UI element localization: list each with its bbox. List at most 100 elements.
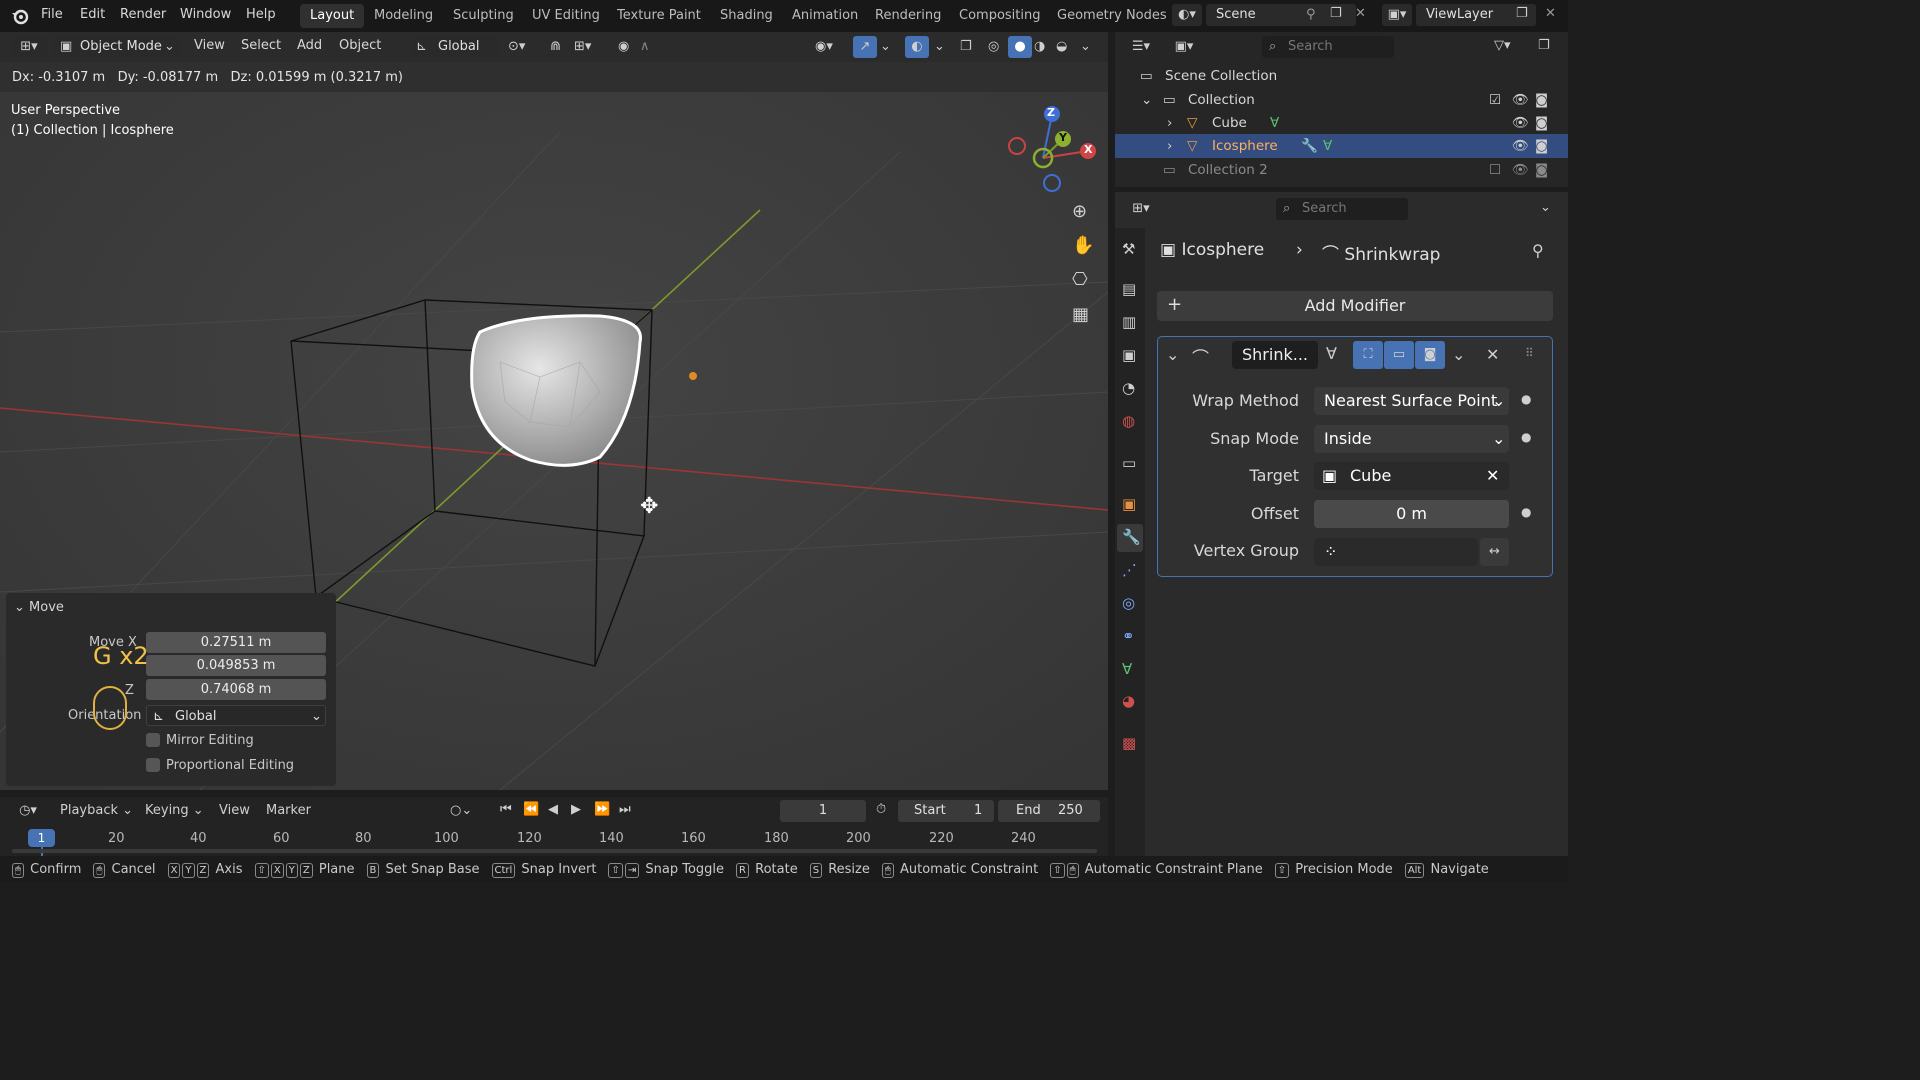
tab-modeling[interactable]: Modeling — [364, 4, 443, 28]
invert-vertex-group-button[interactable]: ↔ — [1480, 538, 1509, 566]
wireframe-shading-icon[interactable]: ◎ — [988, 39, 999, 54]
particles-tab-icon[interactable]: ⋰ — [1122, 561, 1137, 579]
jump-keyframe-back-icon[interactable]: ⏪ — [523, 802, 539, 817]
keyframe-dot-icon[interactable]: ● — [1521, 505, 1531, 519]
delete-scene-icon[interactable]: ✕ — [1355, 6, 1366, 21]
outliner-row-collection[interactable]: ⌄ ▭ Collection ☑ 👁 ◙ — [1115, 88, 1568, 112]
view-layer-tab-icon[interactable]: ▣ — [1122, 346, 1136, 364]
proportional-editing-checkbox[interactable] — [146, 758, 160, 772]
timeline-menu-playback[interactable]: Playback ⌄ — [60, 803, 133, 818]
timeline-menu-view[interactable]: View — [219, 803, 250, 818]
viewport-toggle[interactable]: ▭ — [1384, 341, 1414, 369]
viewport-menu-select[interactable]: Select — [241, 38, 281, 53]
timeline-editor-type-icon[interactable]: ◷▾ — [10, 800, 46, 822]
move-z-field[interactable]: 0.74068 m — [146, 679, 326, 700]
menu-help[interactable]: Help — [246, 7, 276, 22]
visibility-icon[interactable]: ◉▾ — [815, 39, 833, 54]
camera-view-icon[interactable]: ⎔ — [1072, 269, 1088, 290]
outliner-row-scene-collection[interactable]: ▭ Scene Collection — [1115, 64, 1568, 88]
tab-sculpting[interactable]: Sculpting — [443, 4, 524, 28]
properties-search-input[interactable]: ⌕ Search — [1276, 198, 1408, 220]
output-tab-icon[interactable]: ▥ — [1122, 313, 1136, 331]
outliner-row-collection-2[interactable]: ▭ Collection 2 ☐ 👁 ◙ — [1115, 158, 1568, 182]
modifier-wrench-icon[interactable]: 🔧 — [1301, 134, 1318, 158]
overlays-toggle-icon[interactable]: ◐ — [905, 36, 929, 58]
falloff-icon[interactable]: ∧ — [640, 39, 650, 54]
gizmo-dropdown-icon[interactable]: ⌄ — [880, 39, 891, 54]
pin-icon[interactable]: ⚲ — [1532, 241, 1544, 260]
play-reverse-icon[interactable]: ◀ — [548, 802, 558, 817]
collapse-chevron-icon[interactable]: ⌄ — [1166, 345, 1179, 364]
eye-icon[interactable]: 👁 — [1512, 158, 1529, 182]
new-scene-icon[interactable]: ❐ — [1330, 6, 1342, 21]
tab-layout[interactable]: Layout — [300, 4, 365, 28]
orientation-dropdown[interactable]: ⊾ Global — [412, 36, 498, 58]
camera-icon[interactable]: ◙ — [1535, 88, 1548, 112]
stopwatch-icon[interactable]: ⏱ — [876, 802, 886, 817]
chevron-right-icon[interactable]: › — [1167, 111, 1172, 135]
vertex-group-field[interactable]: ⁘ — [1314, 538, 1478, 566]
rendered-shading-icon[interactable]: ◒ — [1056, 39, 1067, 54]
gizmo-toggle-icon[interactable]: ↗ — [853, 36, 877, 58]
edit-mode-toggle-icon[interactable]: ∀ — [1326, 344, 1337, 363]
drag-handle-icon[interactable]: ⠿ — [1525, 346, 1534, 360]
tab-shading[interactable]: Shading — [710, 4, 783, 28]
remove-modifier-icon[interactable]: ✕ — [1486, 345, 1499, 364]
tab-compositing[interactable]: Compositing — [949, 4, 1051, 28]
keyframe-dot-icon[interactable]: ● — [1521, 430, 1531, 444]
navigation-gizmo[interactable]: Z X Y — [1005, 103, 1100, 198]
new-collection-icon[interactable]: ❐ — [1538, 38, 1550, 53]
exclude-checkbox-icon[interactable]: ☑ — [1489, 88, 1501, 112]
perspective-toggle-icon[interactable]: ▦ — [1072, 304, 1089, 325]
snap-target-icon[interactable]: ⊞▾ — [574, 39, 591, 54]
chevron-right-icon[interactable]: › — [1167, 134, 1172, 158]
constraints-tab-icon[interactable]: ⚭ — [1122, 627, 1135, 645]
exclude-checkbox-icon[interactable]: ☐ — [1489, 158, 1501, 182]
tab-uv-editing[interactable]: UV Editing — [522, 4, 610, 28]
collection-tab-icon[interactable]: ▭ — [1122, 454, 1136, 472]
filter-icon[interactable]: ▽▾ — [1494, 38, 1511, 53]
target-field[interactable]: ▣ Cube ✕ — [1314, 462, 1509, 490]
jump-end-icon[interactable]: ⏭ — [619, 802, 631, 817]
playhead-frame-badge[interactable]: 1 — [28, 829, 55, 847]
pivot-point-icon[interactable]: ⊙▾ — [508, 39, 525, 54]
overlays-dropdown-icon[interactable]: ⌄ — [934, 39, 945, 54]
keyframe-dot-icon[interactable]: ● — [1521, 392, 1531, 406]
object-tab-icon[interactable]: ▣ — [1122, 495, 1136, 513]
pin-icon[interactable]: ⚲ — [1306, 4, 1316, 26]
new-view-layer-icon[interactable]: ❐ — [1516, 6, 1528, 21]
menu-file[interactable]: File — [41, 7, 63, 22]
render-tab-icon[interactable]: ▤ — [1122, 280, 1136, 298]
jump-keyframe-forward-icon[interactable]: ⏩ — [594, 802, 610, 817]
camera-icon[interactable]: ◙ — [1535, 134, 1548, 158]
menu-window[interactable]: Window — [180, 7, 231, 22]
outliner-search-input[interactable]: ⌕ Search — [1262, 36, 1394, 58]
snap-mode-dropdown[interactable]: Inside ⌄ — [1314, 425, 1509, 453]
outliner-editor-type-icon[interactable]: ☰▾ — [1122, 36, 1160, 58]
blender-logo-icon[interactable] — [10, 6, 30, 26]
snap-toggle-icon[interactable]: ⋒ — [550, 39, 561, 54]
move-y-field[interactable]: 0.049853 m — [146, 655, 326, 676]
move-x-field[interactable]: 0.27511 m — [146, 632, 326, 653]
modifier-tab-icon[interactable]: 🔧 — [1122, 528, 1141, 546]
play-icon[interactable]: ▶ — [571, 802, 581, 817]
camera-icon[interactable]: ◙ — [1535, 158, 1548, 182]
move-orientation-dropdown[interactable]: ⊾ Global ⌄ — [146, 705, 326, 726]
solid-shading-icon[interactable]: ● — [1008, 36, 1032, 58]
eye-icon[interactable]: 👁 — [1512, 88, 1529, 112]
viewport-menu-object[interactable]: Object — [339, 38, 381, 53]
delete-view-layer-icon[interactable]: ✕ — [1545, 6, 1556, 21]
jump-start-icon[interactable]: ⏮ — [500, 802, 512, 817]
shading-dropdown-icon[interactable]: ⌄ — [1080, 39, 1091, 54]
scene-selector-icon[interactable]: ◐▾ — [1172, 4, 1202, 26]
properties-options-icon[interactable]: ⌄ — [1540, 200, 1551, 215]
end-frame-field[interactable]: End 250 — [998, 800, 1100, 822]
texture-tab-icon[interactable]: ▩ — [1122, 734, 1136, 752]
timeline-menu-keying[interactable]: Keying ⌄ — [145, 803, 204, 818]
data-tab-icon[interactable]: ∀ — [1122, 660, 1132, 678]
mode-dropdown[interactable]: ▣ Object Mode ⌄ — [54, 36, 180, 58]
zoom-icon[interactable]: ⊕ — [1072, 201, 1087, 222]
xray-icon[interactable]: ❐ — [960, 39, 972, 54]
properties-editor-type-icon[interactable]: ⊞▾ — [1122, 198, 1160, 220]
chevron-down-icon[interactable]: ⌄ — [1141, 88, 1152, 112]
